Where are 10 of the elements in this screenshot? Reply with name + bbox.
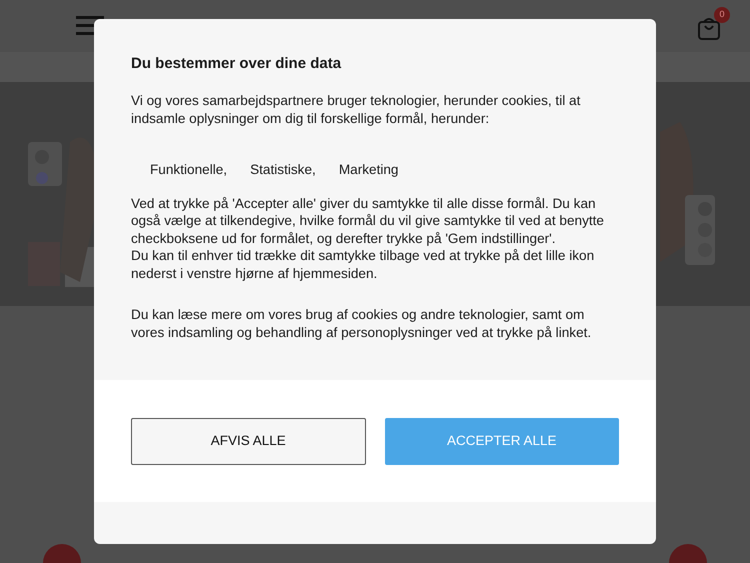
purpose-label: Statistiske, xyxy=(250,161,316,178)
body-text: Du kan til enhver tid trække dit samtykke tilbage ved at trykke på det lille ikon nederst i venstre hjørne af hjemmesiden. xyxy=(131,247,596,282)
cart-icon[interactable] xyxy=(697,16,721,40)
dialog-title: Du bestemmer over dine data xyxy=(131,55,342,73)
intro-text: Vi og vores samarbejdspartnere bruger teknologier, herunder cookies, til at indsamle oplysninger om dig til forskellige formål, herunder: xyxy=(131,92,582,127)
purpose-label: Marketing xyxy=(338,161,398,178)
body-text: Ved at trykke på 'Accepter alle' giver du samtykke til alle disse formål. Du kan også vælge at tilkendegive, hvilke formål du vil give samtykke til ved at benytte checkboksene ud for formålet, og derefter trykke på 'Gem indstillinger'. xyxy=(131,194,605,247)
info-text: Du kan læse mere om vores brug af cookies og andre teknologier, samt om vores indsamling og behandling af personoplysninger ved at trykke på linket. xyxy=(131,306,592,341)
reject-all-button[interactable]: AFVIS ALLE xyxy=(131,418,366,464)
purpose-label: Funktionelle, xyxy=(150,161,228,178)
